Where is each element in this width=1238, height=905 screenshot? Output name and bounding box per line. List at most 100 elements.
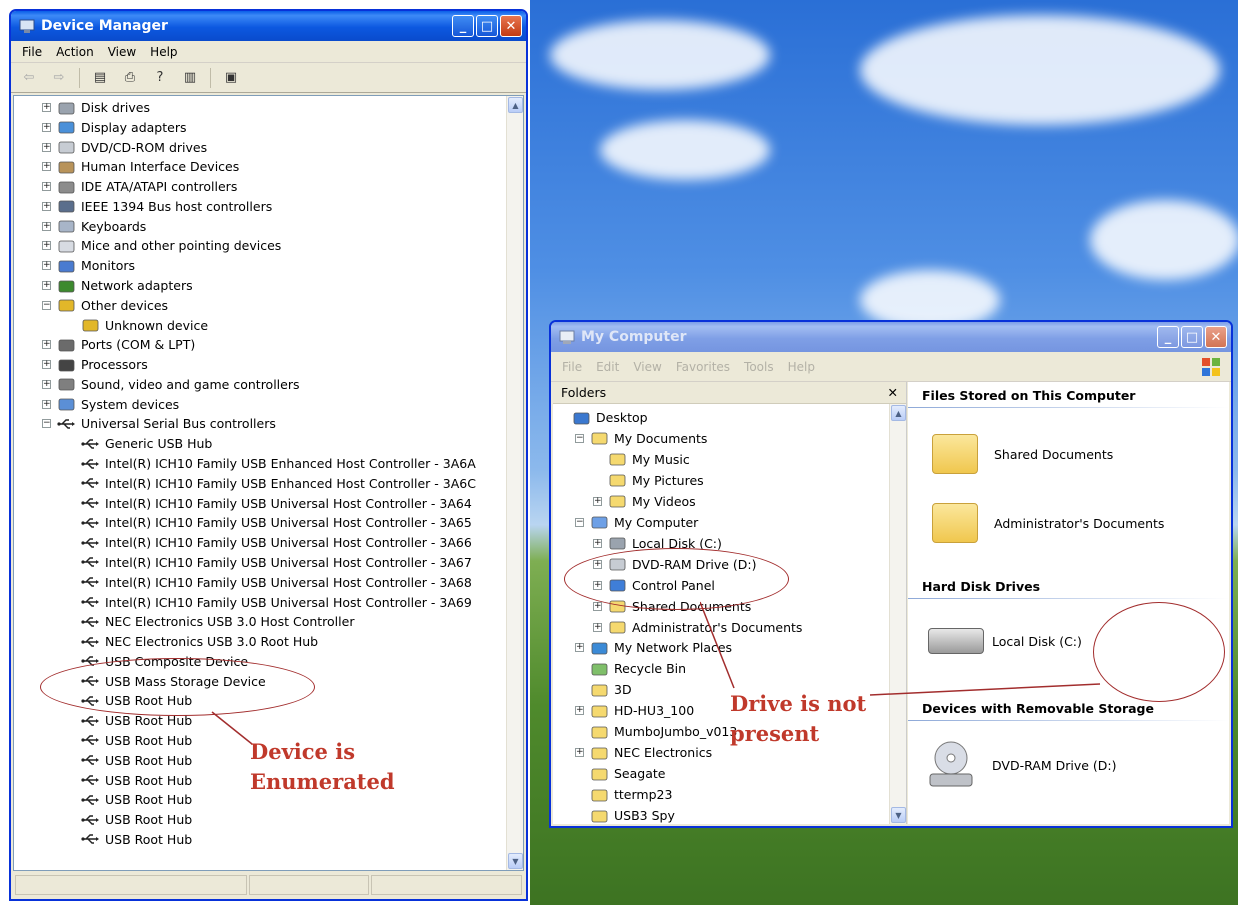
- dvd-drive-item[interactable]: DVD-RAM Drive (D:): [928, 740, 1116, 790]
- expand-icon[interactable]: +: [42, 399, 51, 409]
- tree-item[interactable]: + Network adapters: [42, 276, 193, 295]
- tree-item[interactable]: ttermp23: [575, 784, 672, 805]
- tree-item[interactable]: Intel(R) ICH10 Family USB Universal Host…: [66, 533, 472, 552]
- expand-icon[interactable]: +: [42, 221, 51, 231]
- menu-help[interactable]: Help: [781, 360, 822, 374]
- tree-item[interactable]: NEC Electronics USB 3.0 Root Hub: [66, 632, 318, 651]
- tree-item[interactable]: 3D: [575, 679, 632, 700]
- maximize-button[interactable]: □: [476, 15, 498, 37]
- expand-icon[interactable]: +: [593, 496, 602, 506]
- expand-icon[interactable]: +: [42, 379, 51, 389]
- tree-item[interactable]: + NEC Electronics: [575, 742, 712, 763]
- back-arrow-icon[interactable]: ⇦: [19, 69, 39, 87]
- print-icon[interactable]: ⎙: [120, 69, 140, 87]
- tree-item[interactable]: Unknown device: [66, 316, 208, 335]
- close-button[interactable]: ✕: [500, 15, 522, 37]
- tree-item[interactable]: + System devices: [42, 395, 179, 414]
- tree-item[interactable]: + DVD/CD-ROM drives: [42, 138, 207, 157]
- expand-icon[interactable]: +: [42, 103, 51, 112]
- scroll-down-button[interactable]: ▼: [891, 807, 906, 823]
- collapse-icon[interactable]: −: [42, 419, 51, 429]
- forward-arrow-icon[interactable]: ⇨: [49, 69, 69, 87]
- expand-icon[interactable]: +: [42, 201, 51, 211]
- expand-icon[interactable]: +: [575, 643, 584, 653]
- tree-item[interactable]: + My Videos: [593, 491, 696, 512]
- tree-item[interactable]: − My Computer: [575, 512, 698, 533]
- title-bar[interactable]: Device Manager _ □ ✕: [11, 11, 526, 41]
- tree-item[interactable]: + Processors: [42, 355, 148, 374]
- tree-item[interactable]: + HD-HU3_100: [575, 700, 694, 721]
- menu-tools[interactable]: Tools: [737, 360, 781, 374]
- expand-icon[interactable]: +: [575, 706, 584, 716]
- tree-item[interactable]: + Disk drives: [42, 98, 150, 117]
- expand-icon[interactable]: +: [42, 142, 51, 152]
- tree-item[interactable]: Intel(R) ICH10 Family USB Universal Host…: [66, 573, 472, 592]
- tree-item[interactable]: Intel(R) ICH10 Family USB Universal Host…: [66, 494, 472, 513]
- tree-item[interactable]: Intel(R) ICH10 Family USB Enhanced Host …: [66, 474, 476, 493]
- tree-item[interactable]: + IDE ATA/ATAPI controllers: [42, 177, 237, 196]
- tree-item[interactable]: + Display adapters: [42, 118, 186, 137]
- tree-item[interactable]: + Ports (COM & LPT): [42, 335, 195, 354]
- tree-item[interactable]: USB Root Hub: [66, 830, 192, 849]
- menu-file[interactable]: File: [555, 360, 589, 374]
- close-button[interactable]: ✕: [1205, 326, 1227, 348]
- tree-item[interactable]: My Music: [593, 449, 690, 470]
- expand-icon[interactable]: +: [42, 261, 51, 271]
- vertical-scrollbar[interactable]: ▲ ▼: [506, 96, 523, 870]
- scroll-up-button[interactable]: ▲: [891, 405, 906, 421]
- tree-item[interactable]: USB Root Hub: [66, 751, 192, 770]
- tree-item[interactable]: MumboJumbo_v013: [575, 721, 737, 742]
- minimize-button[interactable]: _: [1157, 326, 1179, 348]
- menu-file[interactable]: File: [15, 45, 49, 59]
- tree-item[interactable]: + Keyboards: [42, 217, 146, 236]
- collapse-icon[interactable]: −: [575, 517, 584, 527]
- close-pane-icon[interactable]: ✕: [888, 385, 898, 400]
- menu-help[interactable]: Help: [143, 45, 184, 59]
- admin-documents-item[interactable]: Administrator's Documents: [932, 503, 1164, 543]
- menu-favorites[interactable]: Favorites: [669, 360, 737, 374]
- tree-item[interactable]: NEC Electronics USB 3.0 Host Controller: [66, 612, 354, 631]
- tree-item[interactable]: Recycle Bin: [575, 658, 686, 679]
- scroll-up-button[interactable]: ▲: [508, 97, 523, 113]
- menu-edit[interactable]: Edit: [589, 360, 626, 374]
- help-icon[interactable]: ?: [150, 69, 170, 87]
- properties-icon[interactable]: ▥: [180, 69, 200, 87]
- tree-item[interactable]: Seagate: [575, 763, 665, 784]
- tree-item[interactable]: Desktop: [557, 407, 648, 428]
- tree-item[interactable]: − Other devices: [42, 296, 168, 315]
- expand-icon[interactable]: +: [575, 748, 584, 758]
- tree-item[interactable]: + Mice and other pointing devices: [42, 236, 281, 255]
- expand-icon[interactable]: +: [593, 538, 602, 548]
- tree-item[interactable]: USB Root Hub: [66, 810, 192, 829]
- tree-item[interactable]: USB Root Hub: [66, 790, 192, 809]
- tree-item[interactable]: USB3 Spy: [575, 805, 675, 824]
- show-hide-tree-icon[interactable]: ▤: [90, 69, 110, 87]
- expand-icon[interactable]: +: [593, 601, 602, 611]
- expand-icon[interactable]: +: [42, 122, 51, 132]
- tree-item[interactable]: Intel(R) ICH10 Family USB Universal Host…: [66, 553, 472, 572]
- tree-item[interactable]: + Monitors: [42, 256, 135, 275]
- scroll-down-button[interactable]: ▼: [508, 853, 523, 869]
- expand-icon[interactable]: +: [42, 340, 51, 350]
- maximize-button[interactable]: □: [1181, 326, 1203, 348]
- expand-icon[interactable]: +: [42, 182, 51, 192]
- tree-item[interactable]: Generic USB Hub: [66, 434, 212, 453]
- tree-item[interactable]: Intel(R) ICH10 Family USB Enhanced Host …: [66, 454, 476, 473]
- expand-icon[interactable]: +: [42, 360, 51, 370]
- menu-view[interactable]: View: [101, 45, 143, 59]
- tree-item[interactable]: + Sound, video and game controllers: [42, 375, 300, 394]
- expand-icon[interactable]: +: [42, 241, 51, 251]
- tree-item[interactable]: USB Root Hub: [66, 731, 192, 750]
- tree-item[interactable]: + IEEE 1394 Bus host controllers: [42, 197, 272, 216]
- title-bar[interactable]: My Computer _ □ ✕: [551, 322, 1231, 352]
- minimize-button[interactable]: _: [452, 15, 474, 37]
- tree-item[interactable]: − My Documents: [575, 428, 707, 449]
- collapse-icon[interactable]: −: [42, 300, 51, 310]
- expand-icon[interactable]: +: [593, 622, 602, 632]
- tree-item[interactable]: USB Root Hub: [66, 771, 192, 790]
- collapse-icon[interactable]: −: [575, 433, 584, 443]
- menu-action[interactable]: Action: [49, 45, 101, 59]
- tree-item[interactable]: + Human Interface Devices: [42, 157, 239, 176]
- tree-item[interactable]: Intel(R) ICH10 Family USB Universal Host…: [66, 593, 472, 612]
- scan-hardware-icon[interactable]: ▣: [221, 69, 241, 87]
